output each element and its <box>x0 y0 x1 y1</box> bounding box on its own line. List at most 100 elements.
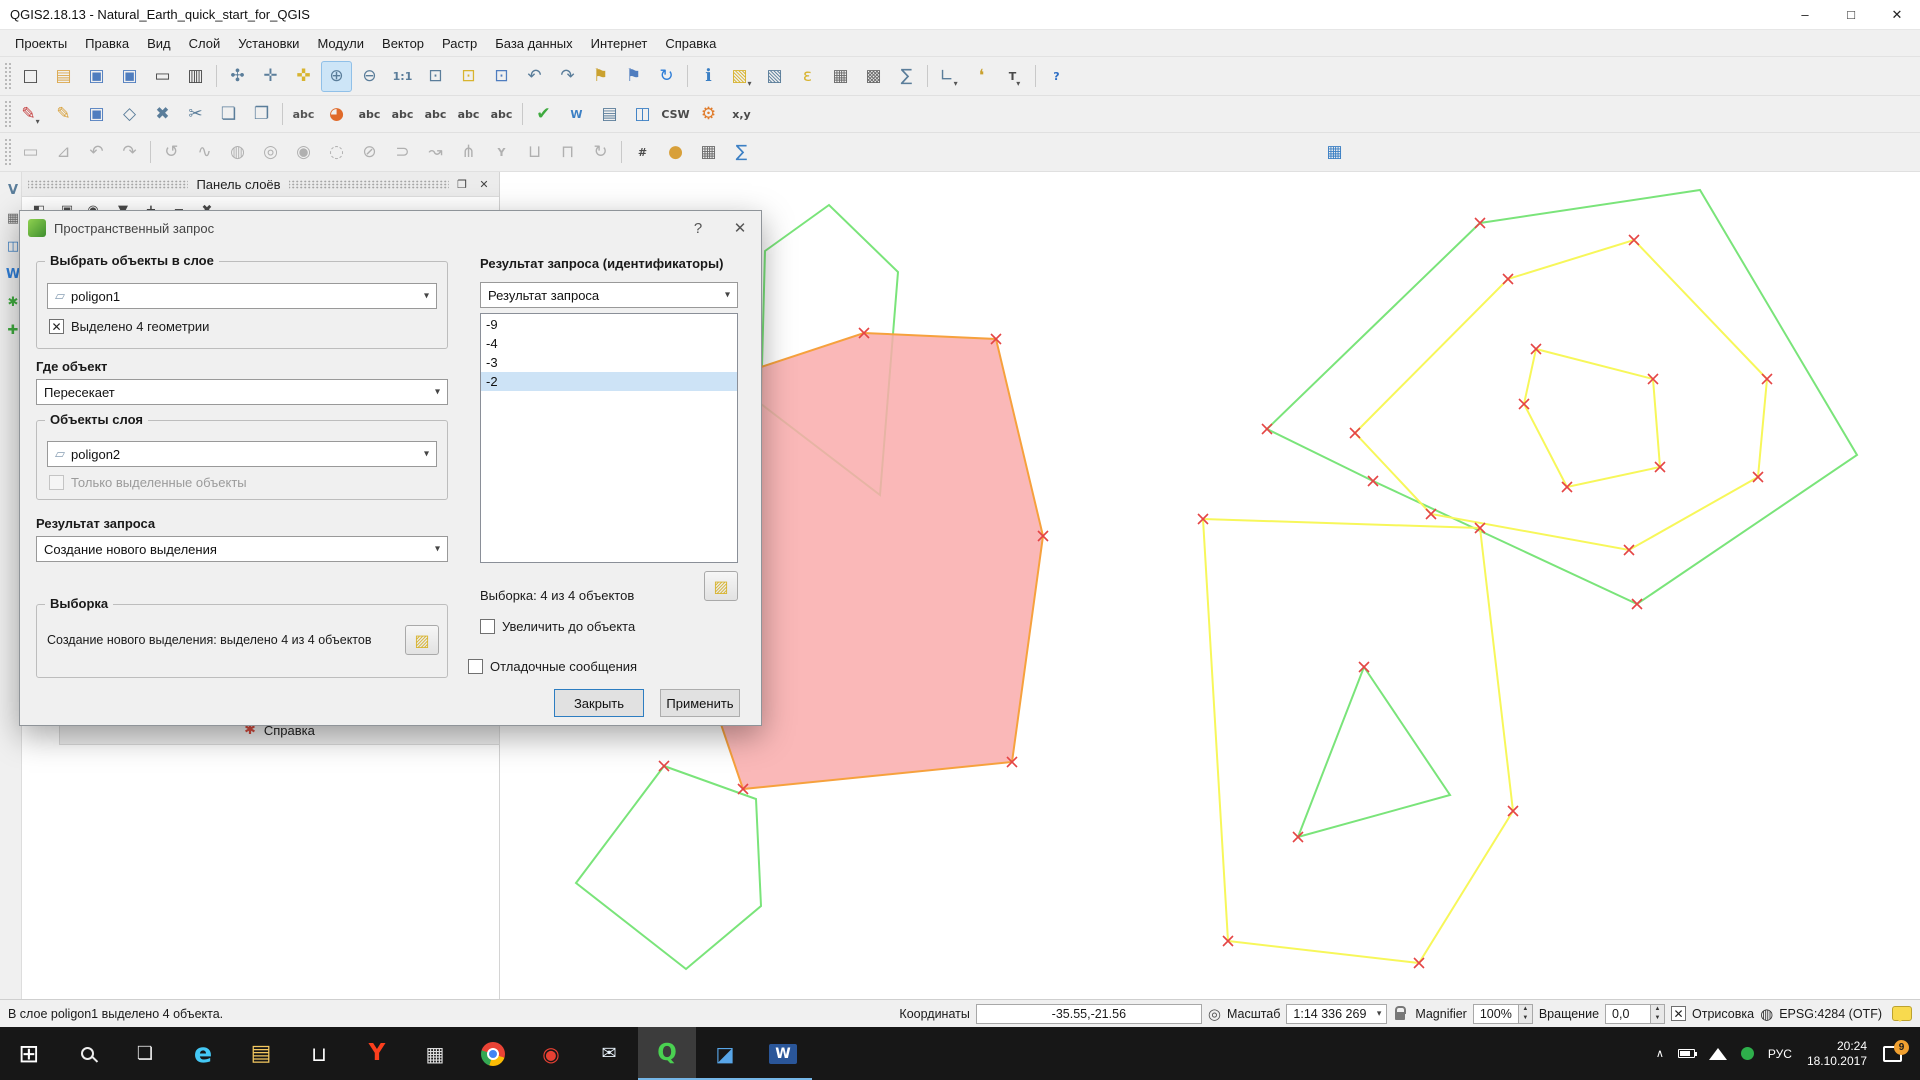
log-messages-icon[interactable] <box>1892 1006 1912 1021</box>
menu-item[interactable]: Вид <box>138 36 180 51</box>
cut-features-icon[interactable]: ✂ <box>180 99 211 130</box>
selection-icon-button[interactable]: ▨ <box>405 625 439 655</box>
dialog-help-button[interactable]: ? <box>677 211 719 245</box>
spin-up-icon[interactable] <box>1519 1005 1532 1014</box>
highlight-labels-icon[interactable]: abc <box>387 99 418 130</box>
offline-editing-icon[interactable]: ⚙ <box>693 99 724 130</box>
select-by-expression-icon[interactable]: ε <box>792 61 823 92</box>
result-list-item[interactable]: -4 <box>481 334 737 353</box>
map-refresh-icon[interactable]: ↻ <box>651 61 682 92</box>
result-list-item[interactable]: -9 <box>481 315 737 334</box>
move-label-icon[interactable]: abc <box>420 99 451 130</box>
label-options-icon[interactable]: abc <box>288 99 319 130</box>
store-icon[interactable]: ⊔ <box>290 1027 348 1080</box>
dialog-close-button[interactable]: ✕ <box>719 211 761 245</box>
cad-construction-icon[interactable]: ⊿ <box>48 137 79 168</box>
change-label-icon[interactable]: abc <box>486 99 517 130</box>
touch-zoom-pan-icon[interactable]: ✣ <box>222 61 253 92</box>
checkbox-box[interactable] <box>480 619 495 634</box>
results-icon-button[interactable]: ▨ <box>704 571 738 601</box>
reference-layer-combo[interactable]: ▱ poligon2 <box>47 441 437 467</box>
current-edits-icon[interactable]: ✎ <box>15 99 46 130</box>
identify-features-icon[interactable]: ℹ <box>693 61 724 92</box>
project-save-icon[interactable]: ▣ <box>81 61 112 92</box>
dialog-apply-button[interactable]: Применить <box>660 689 740 717</box>
gis-app-icon[interactable]: ◪ <box>696 1027 754 1080</box>
source-layer-combo[interactable]: ▱ poligon1 <box>47 283 437 309</box>
wifi-icon[interactable] <box>1709 1048 1727 1060</box>
qgis-icon[interactable]: Q <box>638 1027 696 1080</box>
predicate-combo[interactable]: Пересекает <box>36 379 448 405</box>
rotation-spinbox[interactable]: 0,0 <box>1605 1004 1665 1024</box>
result-list-item[interactable]: -2 <box>481 372 737 391</box>
menu-item[interactable]: Правка <box>76 36 138 51</box>
minimize-button[interactable]: – <box>1782 0 1828 29</box>
merge-attributes-icon[interactable]: ⊓ <box>552 137 583 168</box>
battery-icon[interactable] <box>1678 1049 1695 1058</box>
add-part-icon[interactable]: ◎ <box>255 137 286 168</box>
copy-features-icon[interactable]: ❏ <box>213 99 244 130</box>
diagram-options-icon[interactable]: ◕ <box>321 99 352 130</box>
edge-icon[interactable]: e <box>174 1027 232 1080</box>
dialog-close-action-button[interactable]: Закрыть <box>554 689 644 717</box>
rotate-point-symbols-icon[interactable]: ↻ <box>585 137 616 168</box>
menu-item[interactable]: Интернет <box>582 36 657 51</box>
menu-item[interactable]: Вектор <box>373 36 433 51</box>
results-list[interactable]: -9-4-3-2 <box>480 313 738 563</box>
text-annotation-icon[interactable]: T <box>999 61 1030 92</box>
spin-down-icon[interactable] <box>1651 1014 1664 1023</box>
zoom-to-selection-icon[interactable]: ⊡ <box>453 61 484 92</box>
magnifier-spin-buttons[interactable] <box>1519 1004 1533 1024</box>
toggle-editing-icon[interactable]: ✎ <box>48 99 79 130</box>
undo-icon[interactable]: ↶ <box>81 137 112 168</box>
enable-advanced-digitizing-icon[interactable]: ▭ <box>15 137 46 168</box>
offset-curve-icon[interactable]: ⊃ <box>387 137 418 168</box>
delete-ring-icon[interactable]: ◌ <box>321 137 352 168</box>
group-stats-icon[interactable]: ∑ <box>726 137 757 168</box>
node-tool-icon[interactable]: ◇ <box>114 99 145 130</box>
select-features-icon[interactable]: ▧ <box>726 61 757 92</box>
composer-manager-icon[interactable]: ▥ <box>180 61 211 92</box>
paste-features-icon[interactable]: ❐ <box>246 99 277 130</box>
zoom-full-icon[interactable]: ⊡ <box>420 61 451 92</box>
add-ring-icon[interactable]: ◍ <box>222 137 253 168</box>
action-center-icon[interactable]: 9 <box>1883 1046 1902 1062</box>
project-new-icon[interactable]: □ <box>15 61 46 92</box>
statistical-summary-icon[interactable]: ∑ <box>891 61 922 92</box>
zoom-to-layer-icon[interactable]: ⊡ <box>486 61 517 92</box>
delete-selected-icon[interactable]: ✖ <box>147 99 178 130</box>
new-bookmark-icon[interactable]: ⚑ <box>585 61 616 92</box>
layout-plugin-icon[interactable]: ▤ <box>594 99 625 130</box>
zoom-in-icon[interactable]: ⊕ <box>321 61 352 92</box>
zoom-to-feature-checkbox[interactable]: Увеличить до объекта <box>480 619 635 634</box>
start-button[interactable]: ⊞ <box>0 1027 58 1080</box>
checkbox-box[interactable] <box>49 319 64 334</box>
zoom-native-icon[interactable]: 1:1 <box>387 61 418 92</box>
zoom-last-icon[interactable]: ↶ <box>519 61 550 92</box>
tray-chevron-icon[interactable]: ∧ <box>1649 1047 1671 1060</box>
pan-to-selection-icon[interactable]: ✜ <box>288 61 319 92</box>
zoom-next-icon[interactable]: ↷ <box>552 61 583 92</box>
antivirus-icon[interactable] <box>1741 1047 1754 1060</box>
menu-item[interactable]: Установки <box>229 36 308 51</box>
help-icon[interactable]: ? <box>1041 61 1072 92</box>
maximize-button[interactable]: □ <box>1828 0 1874 29</box>
pin-labels-icon[interactable]: abc <box>354 99 385 130</box>
db-manager-icon[interactable]: ◫ <box>627 99 658 130</box>
only-selected-checkbox[interactable]: Только выделенные объекты <box>49 475 247 490</box>
reshape-features-icon[interactable]: ↝ <box>420 137 451 168</box>
menu-item[interactable]: Справка <box>656 36 725 51</box>
menu-item[interactable]: Модули <box>308 36 373 51</box>
split-parts-icon[interactable]: ⋔ <box>453 137 484 168</box>
measure-icon[interactable]: ∟ <box>933 61 964 92</box>
dialog-titlebar[interactable]: Пространственный запрос ? ✕ <box>20 211 761 245</box>
close-button[interactable]: ✕ <box>1874 0 1920 29</box>
word-icon[interactable]: W <box>754 1027 812 1080</box>
magnifier-spinbox[interactable]: 100% <box>1473 1004 1533 1024</box>
coordinates-input[interactable]: -35.55,-21.56 <box>976 1004 1202 1024</box>
rotate-label-icon[interactable]: abc <box>453 99 484 130</box>
attributes-summary-icon[interactable]: ▦ <box>693 137 724 168</box>
render-checkbox[interactable] <box>1671 1006 1686 1021</box>
pan-map-icon[interactable]: ✛ <box>255 61 286 92</box>
field-calculator-icon[interactable]: ▩ <box>858 61 889 92</box>
